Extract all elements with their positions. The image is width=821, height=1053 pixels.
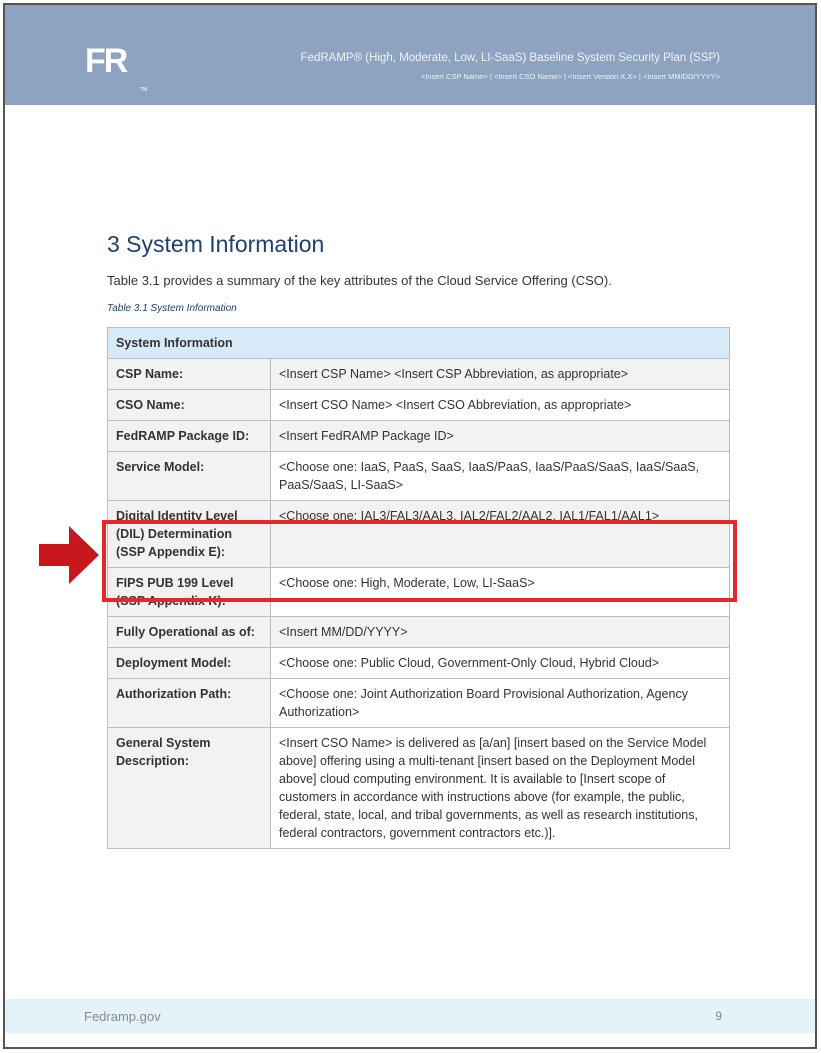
page-header: FR TM FedRAMP® (High, Moderate, Low, LI-S… <box>5 5 815 105</box>
row-value: <Insert CSO Name> <Insert CSO Abbreviati… <box>270 389 730 421</box>
table-row: Fully Operational as of: <Insert MM/DD/Y… <box>107 616 730 648</box>
row-value: <Insert CSO Name> is delivered as [a/an]… <box>270 727 730 849</box>
table-row: FedRAMP Package ID: <Insert FedRAMP Pack… <box>107 420 730 452</box>
row-value: <Choose one: Joint Authorization Board P… <box>270 678 730 728</box>
row-value: <Insert FedRAMP Package ID> <box>270 420 730 452</box>
table-caption: Table 3.1 System Information <box>107 303 237 314</box>
table-row: Service Model: <Choose one: IaaS, PaaS, … <box>107 451 730 501</box>
row-label: CSO Name: <box>107 389 271 421</box>
fedramp-logo: FR TM <box>85 42 147 93</box>
page-footer: Fedramp.gov 9 <box>5 999 815 1033</box>
red-arrow-icon <box>39 526 99 584</box>
row-value: <Insert CSP Name> <Insert CSP Abbreviati… <box>270 358 730 390</box>
header-subtitle: <Insert CSP Name> | <Insert CSO Name> | … <box>420 72 720 81</box>
row-label: FedRAMP Package ID: <box>107 420 271 452</box>
logo-trademark: TM <box>140 87 148 93</box>
footer-page-number: 9 <box>715 1009 722 1023</box>
highlight-box <box>102 520 737 602</box>
document-page: FR TM FedRAMP® (High, Moderate, Low, LI-S… <box>3 3 817 1049</box>
row-label: Authorization Path: <box>107 678 271 728</box>
table-header: System Information <box>107 327 730 359</box>
table-row: Deployment Model: <Choose one: Public Cl… <box>107 647 730 679</box>
table-row: CSO Name: <Insert CSO Name> <Insert CSO … <box>107 389 730 421</box>
table-header-row: System Information <box>107 327 730 359</box>
row-label: CSP Name: <box>107 358 271 390</box>
table-row: CSP Name: <Insert CSP Name> <Insert CSP … <box>107 358 730 390</box>
table-row: Authorization Path: <Choose one: Joint A… <box>107 678 730 728</box>
row-value: <Choose one: Public Cloud, Government-On… <box>270 647 730 679</box>
logo-text: FR <box>85 42 128 80</box>
row-label: Deployment Model: <box>107 647 271 679</box>
footer-site: Fedramp.gov <box>84 1009 161 1024</box>
header-title: FedRAMP® (High, Moderate, Low, LI-SaaS) … <box>300 52 720 64</box>
row-label: Service Model: <box>107 451 271 501</box>
intro-paragraph: Table 3.1 provides a summary of the key … <box>107 273 612 288</box>
row-label: Fully Operational as of: <box>107 616 271 648</box>
section-title: 3 System Information <box>107 231 325 257</box>
row-value: <Choose one: IaaS, PaaS, SaaS, IaaS/PaaS… <box>270 451 730 501</box>
row-value: <Insert MM/DD/YYYY> <box>270 616 730 648</box>
table-row: General System Description: <Insert CSO … <box>107 727 730 849</box>
arrow-shape <box>39 526 99 584</box>
row-label: General System Description: <box>107 727 271 849</box>
